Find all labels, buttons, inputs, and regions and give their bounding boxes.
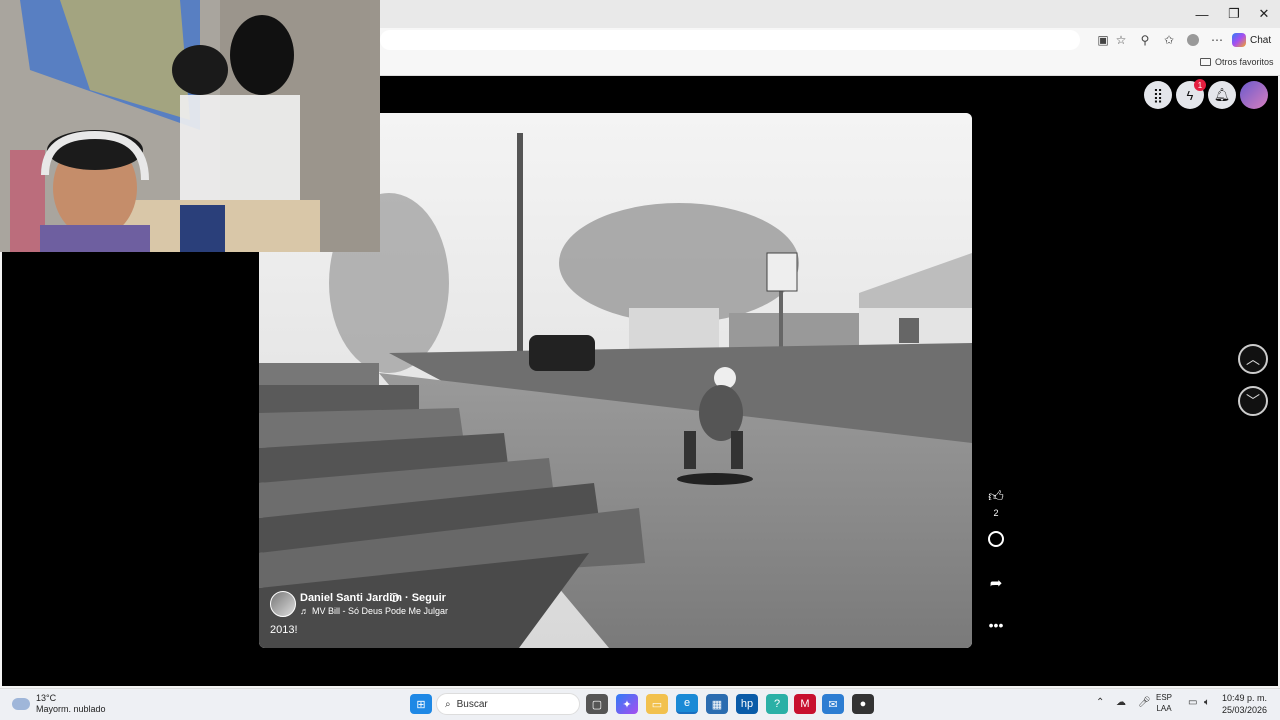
language-code: ESP (1156, 693, 1173, 702)
date: 25/03/2026 (1222, 705, 1268, 715)
show-hidden-icons[interactable]: ⌃ (1096, 697, 1104, 708)
store-app[interactable]: ▦ (706, 694, 728, 714)
favorite-star-icon[interactable]: ☆ (1112, 32, 1130, 48)
store-icon: ▦ (711, 698, 723, 711)
clock[interactable]: 10:49 p. m. 25/03/2026 (1222, 692, 1267, 716)
webcam-overlay (0, 0, 380, 252)
copilot-chat-button[interactable]: Chat (1232, 31, 1271, 49)
folder-icon (1200, 58, 1211, 66)
bell-icon: 🔔︎ (1213, 87, 1231, 102)
author-name[interactable]: Daniel Santi Jardim (300, 592, 402, 604)
like-button[interactable]: 👍︎ 2 (984, 488, 1008, 518)
music-title: MV Bill - Só Deus Pode Me Julgar (312, 606, 449, 616)
copilot-icon (1232, 33, 1246, 47)
notifications-button[interactable]: 🔔︎ (1208, 81, 1236, 109)
temperature: 13°C (36, 693, 57, 703)
recording-app[interactable]: ● (852, 694, 874, 714)
microphone-icon[interactable]: 🎤︎ (1138, 697, 1151, 708)
webcam-frame (0, 0, 380, 252)
chevron-down-icon: ﹀ (1246, 393, 1260, 409)
music-icon: ♬ (300, 606, 309, 616)
previous-reel-button[interactable]: ︿ (1238, 344, 1268, 374)
task-view-button[interactable]: ▢ (586, 694, 608, 714)
extensions-icon[interactable]: ⚲ (1136, 32, 1154, 48)
profile-icon[interactable] (1184, 32, 1202, 48)
keyboard-layout: LAA (1156, 704, 1172, 713)
follow-button[interactable]: · Seguir (405, 592, 446, 604)
minimize-button[interactable]: — (1186, 0, 1218, 28)
mail-app[interactable]: ✉ (822, 694, 844, 714)
weather-widget[interactable]: 13°C Mayorm. nublado (12, 693, 106, 715)
next-reel-button[interactable]: ﹀ (1238, 386, 1268, 416)
account-avatar[interactable] (1240, 81, 1268, 109)
close-button[interactable]: ✕ (1248, 0, 1280, 28)
comment-button[interactable] (984, 531, 1008, 547)
grid-icon: ⣿ (1152, 86, 1164, 103)
hp-app[interactable]: hp (736, 694, 758, 714)
taskbar (0, 688, 1280, 720)
search-placeholder: Buscar (456, 698, 488, 710)
search-icon: ⌕ (445, 698, 451, 710)
like-icon: 👍︎ (988, 488, 1004, 505)
volume-icon[interactable]: 🔈︎ (1204, 697, 1210, 708)
post-caption: 2013! (270, 624, 298, 636)
maximize-button[interactable]: ❐ (1218, 0, 1250, 28)
edge-icon: e (683, 697, 691, 709)
settings-more-icon[interactable]: ⋯ (1208, 32, 1226, 48)
menu-grid-button[interactable]: ⣿ (1144, 81, 1172, 109)
display-icon[interactable]: ▭ (1188, 697, 1197, 708)
favorites-icon[interactable]: ✩ (1160, 32, 1178, 48)
comment-icon (988, 531, 1004, 547)
taskbar-search[interactable]: ⌕ Buscar (436, 693, 580, 715)
time: 10:49 p. m. (1222, 693, 1268, 703)
other-favorites-label: Otros favoritos (1215, 57, 1274, 67)
copilot-app[interactable]: ✦ (616, 694, 638, 714)
like-count: 2 (993, 508, 999, 518)
more-options-button[interactable]: ••• (984, 617, 1008, 633)
edge-app[interactable]: e (676, 694, 698, 714)
language-indicator[interactable]: ESP LAA (1156, 692, 1172, 714)
start-button[interactable]: ⊞ (410, 694, 432, 714)
network-tray-icon[interactable]: ☁ (1116, 697, 1126, 708)
messenger-badge: 1 (1194, 79, 1206, 91)
support-icon: ? (773, 698, 781, 710)
copilot-app-icon: ✦ (622, 698, 632, 711)
cloud-icon (12, 698, 30, 710)
share-icon: ➦ (989, 575, 1003, 592)
chevron-up-icon: ︿ (1246, 351, 1260, 367)
support-app[interactable]: ? (766, 694, 788, 714)
mail-icon: ✉ (828, 698, 838, 711)
folder-app-icon: ▭ (651, 698, 663, 711)
task-view-icon: ▢ (591, 698, 603, 711)
more-icon: ••• (988, 617, 1004, 633)
messenger-icon: ϟ (1186, 87, 1194, 103)
author-avatar[interactable] (270, 591, 296, 617)
mcafee-app[interactable]: M (794, 694, 816, 714)
chat-label: Chat (1250, 34, 1272, 46)
windows-icon: ⊞ (416, 698, 426, 711)
split-view-icon[interactable]: ▣ (1094, 32, 1112, 48)
record-icon: ● (859, 698, 867, 710)
verified-icon (390, 593, 399, 602)
hp-icon: hp (740, 698, 754, 710)
share-button[interactable]: ➦ (984, 574, 1008, 592)
weather-description: Mayorm. nublado (36, 704, 106, 714)
music-track[interactable]: ♬ MV Bill - Só Deus Pode Me Julgar (300, 606, 448, 616)
mcafee-icon: M (800, 698, 810, 710)
other-favorites-button[interactable]: Otros favoritos (1200, 57, 1274, 67)
file-explorer-app[interactable]: ▭ (646, 694, 668, 714)
url-field[interactable] (380, 30, 1080, 50)
